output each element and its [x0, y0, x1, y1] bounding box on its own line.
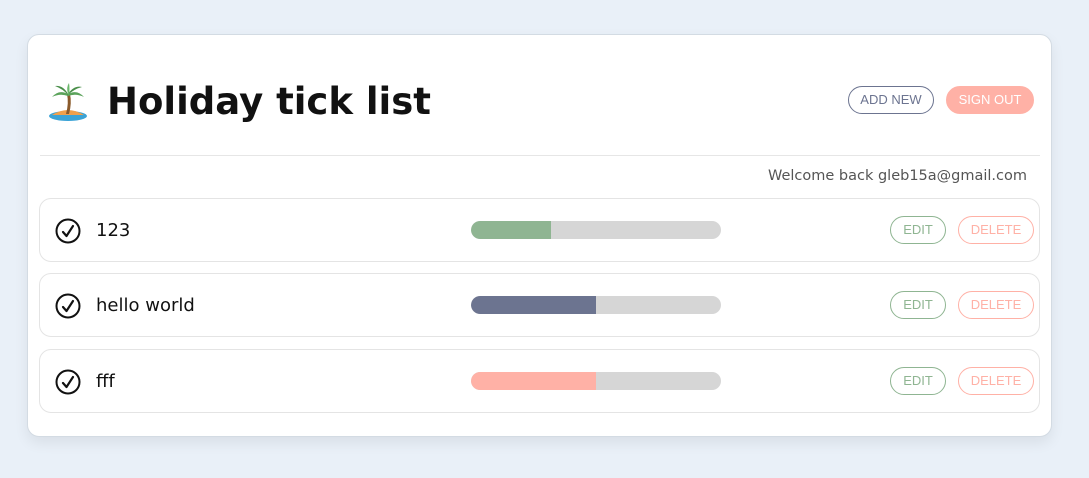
- delete-button[interactable]: DELETE: [958, 291, 1034, 319]
- delete-button[interactable]: DELETE: [958, 216, 1034, 244]
- sign-out-button[interactable]: SIGN OUT: [946, 86, 1034, 114]
- edit-button[interactable]: EDIT: [890, 216, 946, 244]
- progress-bar: [471, 372, 721, 390]
- progress-bar: [471, 296, 721, 314]
- progress-fill: [471, 221, 551, 239]
- check-circle-icon[interactable]: [54, 217, 82, 245]
- edit-button[interactable]: EDIT: [890, 367, 946, 395]
- item-label: 123: [96, 220, 131, 241]
- item-label: hello world: [96, 295, 195, 316]
- check-circle-icon[interactable]: [54, 368, 82, 396]
- page-title: Holiday tick list: [107, 80, 431, 123]
- progress-bar: [471, 221, 721, 239]
- delete-button[interactable]: DELETE: [958, 367, 1034, 395]
- add-new-button[interactable]: ADD NEW: [848, 86, 934, 114]
- welcome-message: Welcome back gleb15a@gmail.com: [767, 168, 1027, 184]
- main-card: Holiday tick list ADD NEW SIGN OUT Welco…: [27, 34, 1052, 437]
- check-circle-icon[interactable]: [54, 292, 82, 320]
- palm-tree-island-icon: [49, 83, 87, 121]
- progress-fill: [471, 296, 596, 314]
- list-item: fff EDIT DELETE: [39, 349, 1040, 413]
- edit-button[interactable]: EDIT: [890, 291, 946, 319]
- list-item: 123 EDIT DELETE: [39, 198, 1040, 262]
- progress-fill: [471, 372, 596, 390]
- list-item: hello world EDIT DELETE: [39, 273, 1040, 337]
- header: Holiday tick list ADD NEW SIGN OUT: [40, 35, 1040, 156]
- item-label: fff: [96, 371, 115, 392]
